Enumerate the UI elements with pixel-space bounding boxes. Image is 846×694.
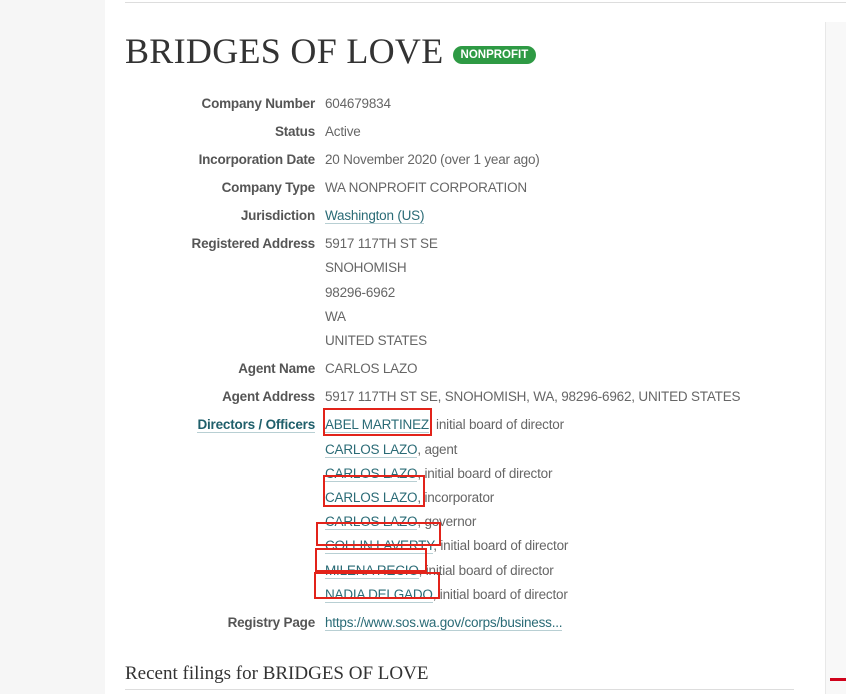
officer-role: initial board of director <box>424 465 553 481</box>
recent-filings-heading: Recent filings for BRIDGES OF LOVE <box>125 663 794 690</box>
attr-label: Company Type <box>221 180 316 195</box>
attr-value: 604679834 <box>325 96 391 111</box>
company-name: BRIDGES OF LOVE <box>125 31 444 71</box>
attr-agent-address: Agent Address 5917 117TH ST SE, SNOHOMIS… <box>125 385 805 409</box>
address-line: UNITED STATES <box>325 333 427 349</box>
address-line: SNOHOMISH <box>325 260 407 276</box>
company-header: BRIDGES OF LOVE NONPROFIT <box>125 30 537 72</box>
attr-directors: Directors / Officers ABEL MARTINEZ, init… <box>125 408 805 607</box>
address-line: 5917 117TH ST SE <box>325 236 438 251</box>
annotation-arrow-mark <box>830 678 846 681</box>
officer-role: initial board of director <box>425 562 554 578</box>
officer-role: initial board of director <box>436 417 564 433</box>
attr-jurisdiction: Jurisdiction Washington (US) <box>125 204 805 228</box>
attr-label: Incorporation Date <box>198 152 316 167</box>
jurisdiction-link[interactable]: Washington (US) <box>325 208 424 224</box>
officer-name-link[interactable]: CARLOS LAZO <box>325 441 418 458</box>
nonprofit-badge: NONPROFIT <box>452 46 537 64</box>
address-line: WA <box>325 308 346 324</box>
company-attributes: Company Number 604679834 Status Active I… <box>125 92 805 635</box>
left-gutter <box>0 0 105 694</box>
officer-item: MILENA RECIO, initial board of director <box>315 547 568 583</box>
attr-label: Jurisdiction <box>240 208 315 223</box>
attr-label: Agent Address <box>222 389 315 405</box>
attr-label: Status <box>274 124 315 139</box>
attr-label: Registered Address <box>191 236 316 251</box>
attr-label: Company Number <box>201 96 316 111</box>
registry-page-link[interactable]: https://www.sos.wa.gov/corps/business... <box>325 614 563 631</box>
officer-item: CARLOS LAZO, agent <box>325 441 458 458</box>
officer-role: governor <box>424 514 477 530</box>
officer-role: initial board of director <box>439 586 568 602</box>
officer-name-link[interactable]: CARLOS LAZO <box>325 465 418 482</box>
officer-name-link[interactable]: COLLIN LAVERTY <box>325 538 433 555</box>
officer-item: NADIA DELGADO, initial board of director <box>314 571 568 607</box>
officer-name-link[interactable]: CARLOS LAZO <box>325 490 418 507</box>
officer-name-link[interactable]: NADIA DELGADO <box>325 586 433 603</box>
attr-value: 20 November 2020 (over 1 year ago) <box>325 152 540 167</box>
address-line: 98296-6962 <box>325 284 396 300</box>
attr-agent-name: Agent Name CARLOS LAZO <box>125 357 805 381</box>
officer-role: agent <box>424 441 458 457</box>
officer-item: CARLOS LAZO, initial board of director <box>325 465 553 482</box>
attr-value: Active <box>325 124 361 139</box>
attr-incorporation-date: Incorporation Date 20 November 2020 (ove… <box>125 148 805 172</box>
officer-name-link[interactable]: MILENA RECIO <box>325 562 419 579</box>
attr-company-number: Company Number 604679834 <box>125 92 805 116</box>
officer-item: ABEL MARTINEZ, initial board of director <box>323 408 568 437</box>
attr-value: CARLOS LAZO <box>325 361 418 377</box>
attr-label: Registry Page <box>227 614 316 630</box>
directors-list: ABEL MARTINEZ, initial board of director… <box>314 408 569 607</box>
officer-role: initial board of director <box>440 538 569 554</box>
officer-name-link[interactable]: ABEL MARTINEZ <box>325 417 429 434</box>
officer-name-link[interactable]: CARLOS LAZO <box>325 514 418 531</box>
directors-officers-link[interactable]: Directors / Officers <box>197 417 315 434</box>
attr-registry-page: Registry Page https://www.sos.wa.gov/cor… <box>125 611 805 635</box>
attr-company-type: Company Type WA NONPROFIT CORPORATION <box>125 176 805 200</box>
officer-item: CARLOS LAZO, governor <box>325 514 477 531</box>
attr-label: Agent Name <box>238 361 315 377</box>
attr-registered-address: Registered Address 5917 117TH ST SE SNOH… <box>125 232 805 353</box>
attr-status: Status Active <box>125 120 805 144</box>
officer-item: COLLIN LAVERTY, initial board of directo… <box>316 522 569 558</box>
top-divider <box>125 2 846 3</box>
officer-item: CARLOS LAZO, incorporator <box>323 475 568 510</box>
attr-value: WA NONPROFIT CORPORATION <box>325 180 527 195</box>
attr-value: 5917 117TH ST SE, SNOHOMISH, WA, 98296-6… <box>325 389 741 405</box>
right-sidebar-panel <box>825 22 846 694</box>
attr-value: 5917 117TH ST SE SNOHOMISH 98296-6962 WA… <box>325 232 438 353</box>
officer-role: incorporator <box>424 490 495 506</box>
